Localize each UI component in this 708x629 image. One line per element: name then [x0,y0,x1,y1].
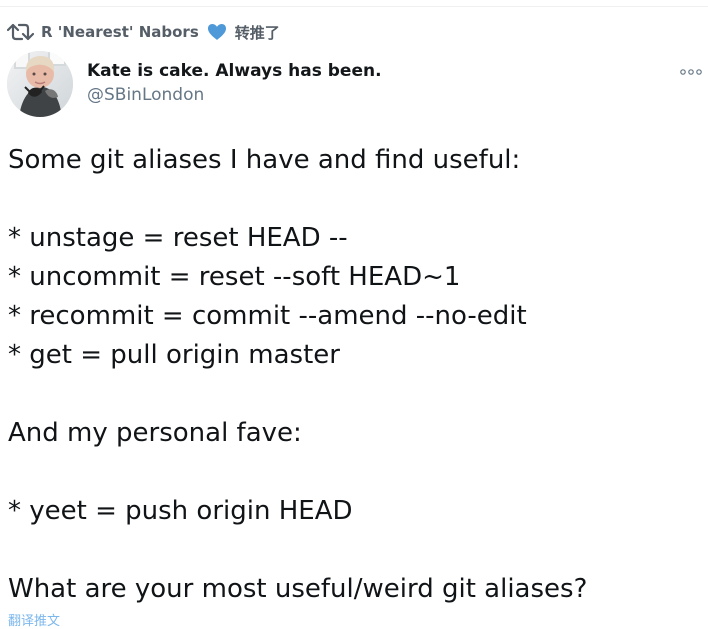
translate-tweet-link[interactable]: 翻译推文 [8,610,60,629]
tweet-line: What are your most useful/weird git alia… [8,574,588,604]
tweet-line: * uncommit = reset --soft HEAD~1 [8,262,461,292]
author-block[interactable]: Kate is cake. Always has been. @SBinLond… [87,61,382,106]
retweet-icon [6,22,35,42]
blue-heart-icon [207,23,227,41]
more-icon [679,61,703,80]
tweet-line: Some git aliases I have and find useful: [8,145,521,175]
tweet-line: And my personal fave: [8,418,302,448]
tweet-line: * recommit = commit --amend --no-edit [8,301,527,331]
tweet-line: * yeet = push origin HEAD [8,496,353,526]
tweet-line: * get = pull origin master [8,340,340,370]
tweet-text: Some git aliases I have and find useful:… [8,141,702,609]
retweet-context[interactable]: R 'Nearest' Nabors 转推了 [6,20,280,44]
more-options-button[interactable] [679,63,703,77]
display-name[interactable]: Kate is cake. Always has been. [87,61,382,81]
profile-avatar[interactable] [7,51,73,117]
user-handle[interactable]: @SBinLondon [87,85,382,105]
retweet-action-text: 转推了 [234,23,280,42]
tweet-line: * unstage = reset HEAD -- [8,223,348,253]
top-divider [0,0,708,7]
retweeter-name[interactable]: R 'Nearest' Nabors [41,23,199,41]
